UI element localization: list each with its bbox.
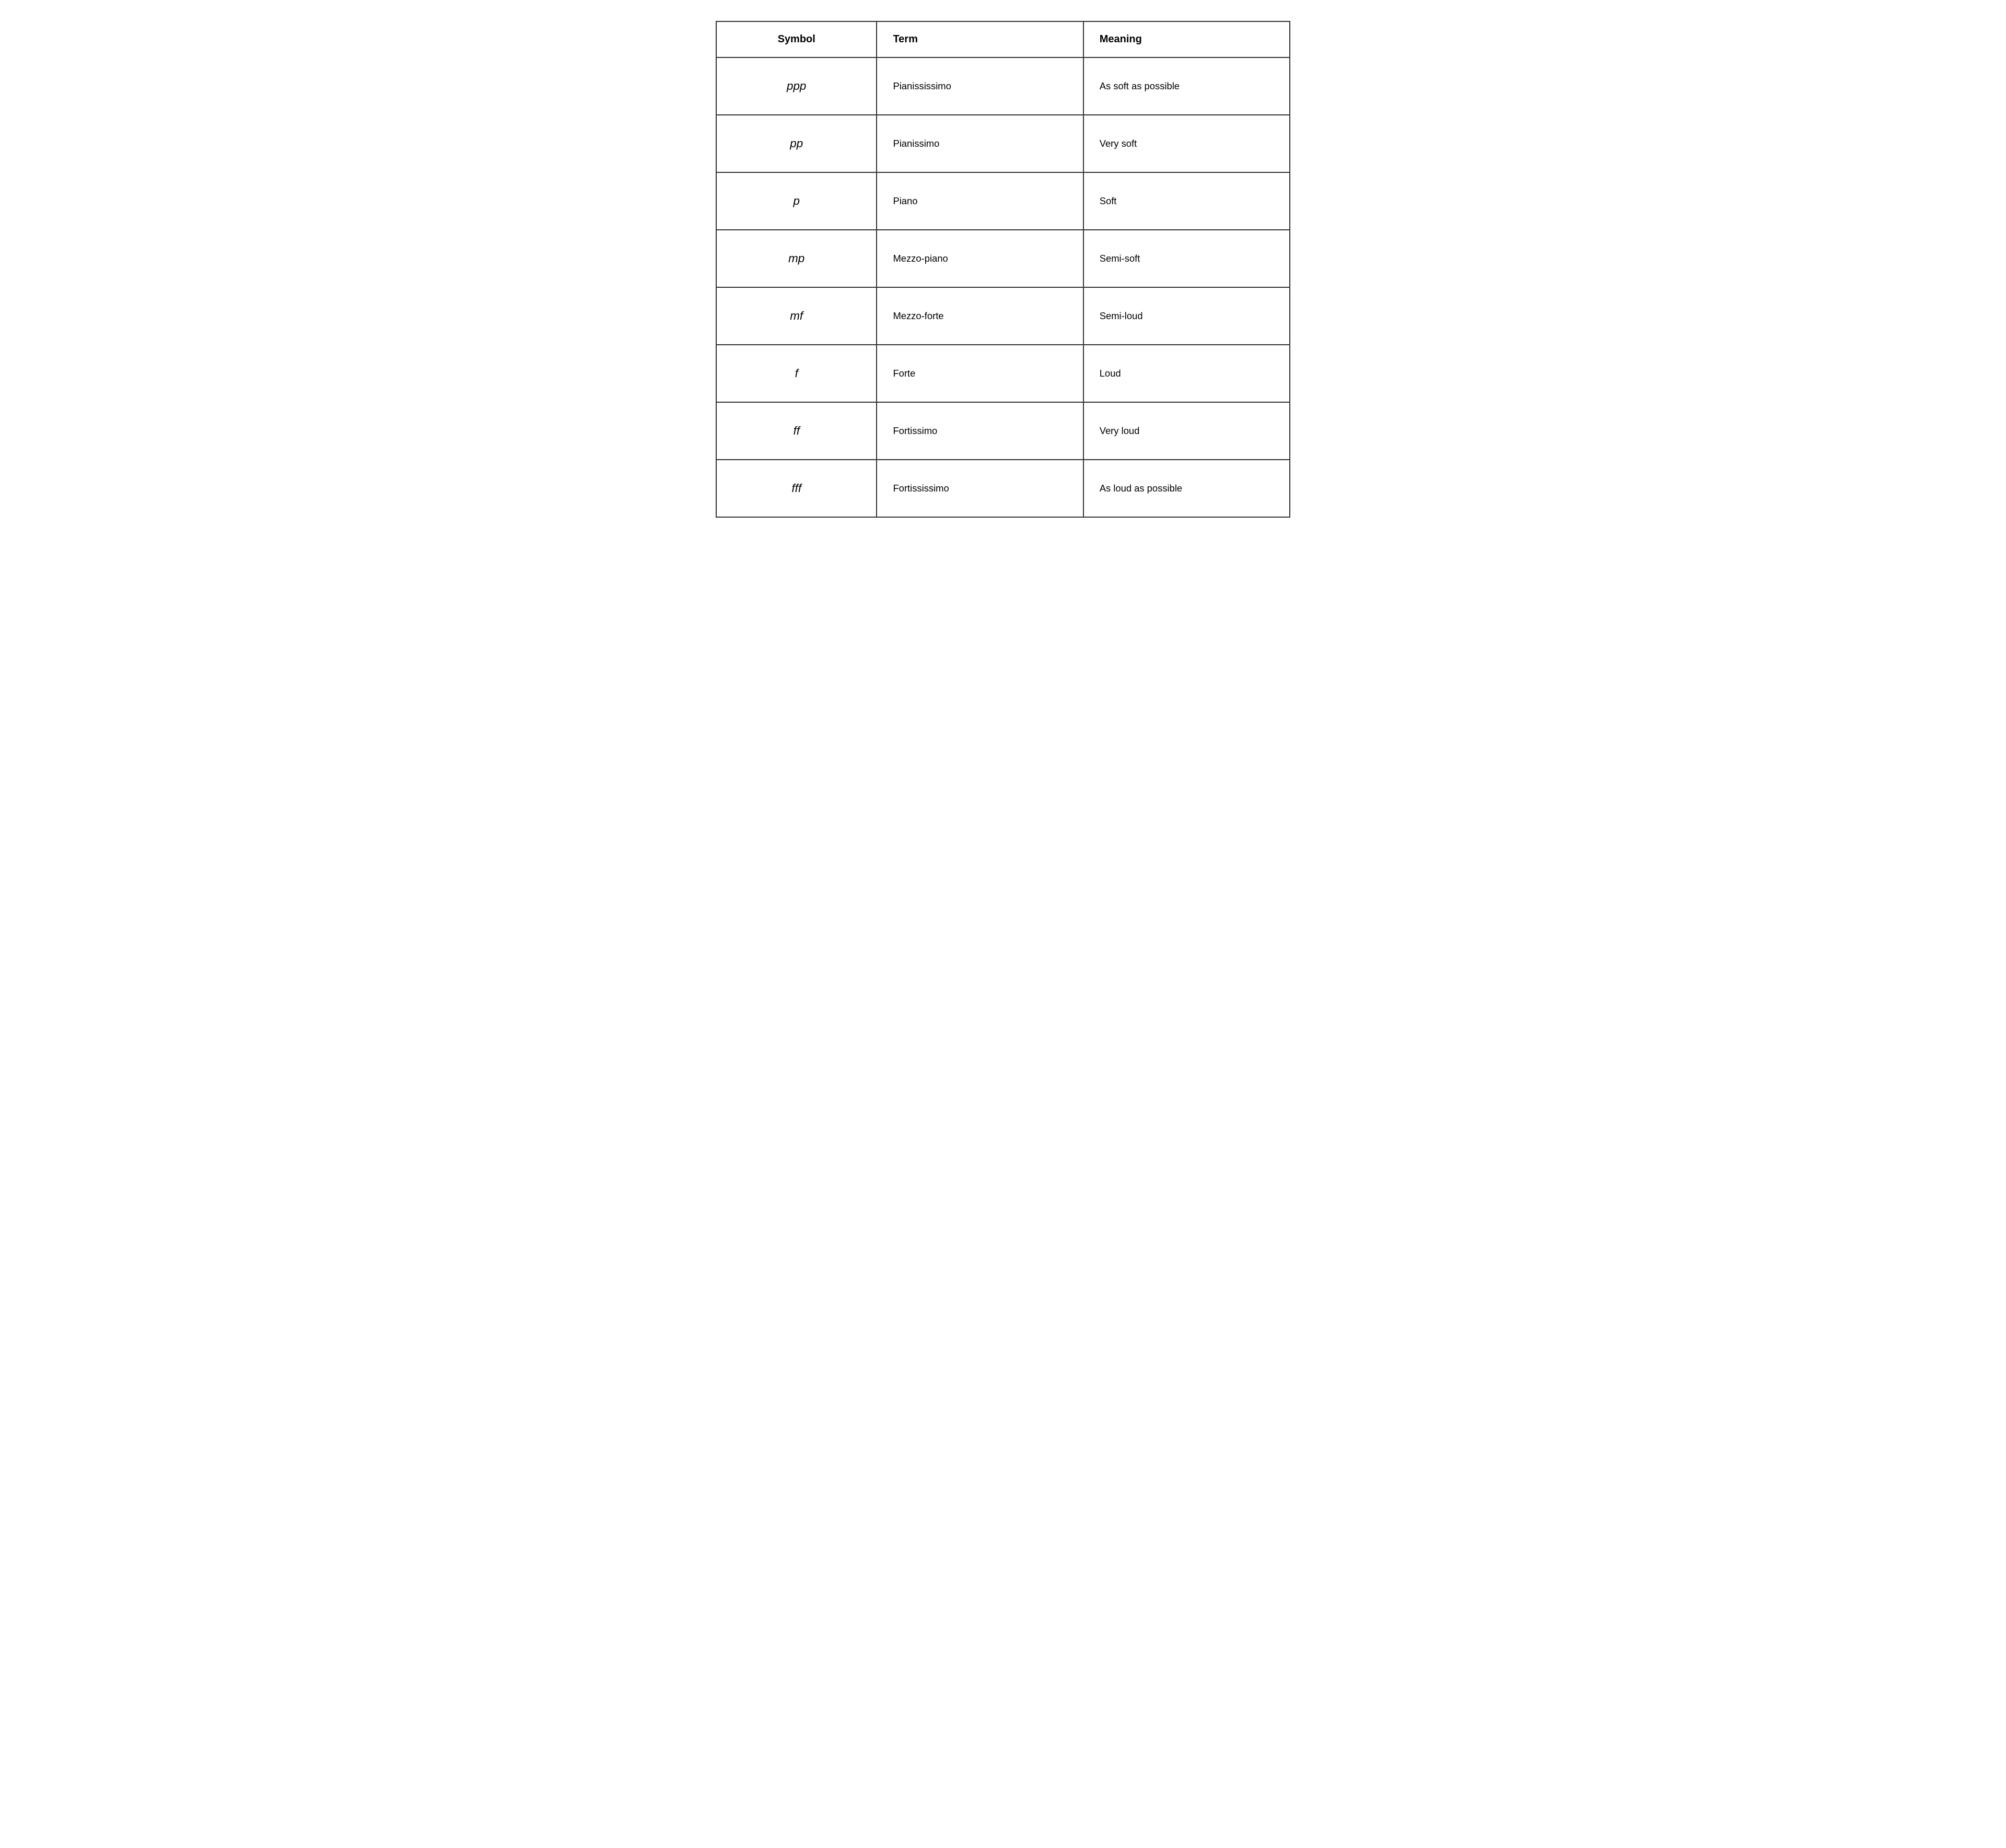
table-row: ppPianissimoVery soft (716, 115, 1290, 172)
cell-term: Mezzo-forte (877, 287, 1083, 345)
cell-symbol: mp (716, 230, 877, 287)
cell-meaning: Loud (1083, 345, 1290, 402)
header-term: Term (877, 21, 1083, 57)
cell-meaning: As soft as possible (1083, 57, 1290, 115)
table-row: fForteLoud (716, 345, 1290, 402)
cell-term: Fortississimo (877, 460, 1083, 517)
dynamics-table-container: Symbol Term Meaning pppPianississimoAs s… (716, 21, 1290, 518)
cell-symbol: mf (716, 287, 877, 345)
cell-symbol: ppp (716, 57, 877, 115)
header-meaning: Meaning (1083, 21, 1290, 57)
table-row: pppPianississimoAs soft as possible (716, 57, 1290, 115)
cell-meaning: Semi-loud (1083, 287, 1290, 345)
table-row: pPianoSoft (716, 172, 1290, 230)
table-row: mfMezzo-forteSemi-loud (716, 287, 1290, 345)
cell-term: Mezzo-piano (877, 230, 1083, 287)
cell-symbol: p (716, 172, 877, 230)
table-row: mpMezzo-pianoSemi-soft (716, 230, 1290, 287)
cell-term: Fortissimo (877, 402, 1083, 460)
cell-term: Pianississimo (877, 57, 1083, 115)
table-row: fffFortississimoAs loud as possible (716, 460, 1290, 517)
cell-symbol: pp (716, 115, 877, 172)
cell-symbol: ff (716, 402, 877, 460)
cell-term: Forte (877, 345, 1083, 402)
cell-meaning: Very soft (1083, 115, 1290, 172)
cell-symbol: f (716, 345, 877, 402)
table-header-row: Symbol Term Meaning (716, 21, 1290, 57)
cell-term: Piano (877, 172, 1083, 230)
dynamics-table: Symbol Term Meaning pppPianississimoAs s… (716, 21, 1290, 518)
table-row: ffFortissimoVery loud (716, 402, 1290, 460)
cell-symbol: fff (716, 460, 877, 517)
header-symbol: Symbol (716, 21, 877, 57)
cell-meaning: Semi-soft (1083, 230, 1290, 287)
cell-meaning: Soft (1083, 172, 1290, 230)
cell-meaning: As loud as possible (1083, 460, 1290, 517)
cell-meaning: Very loud (1083, 402, 1290, 460)
cell-term: Pianissimo (877, 115, 1083, 172)
